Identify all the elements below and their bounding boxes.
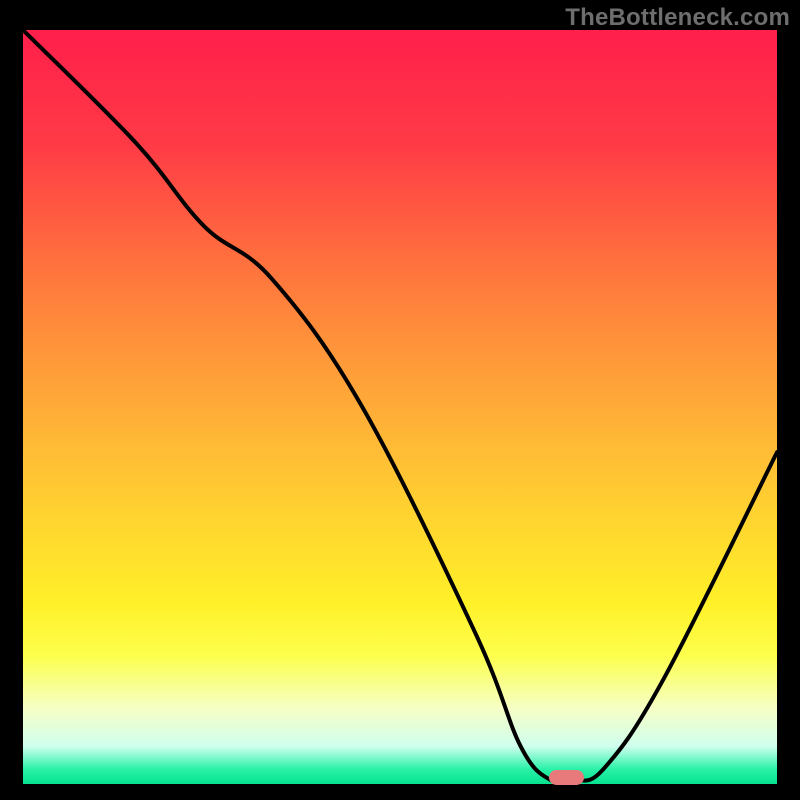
- curve-svg: [23, 30, 777, 784]
- chart-outer: TheBottleneck.com: [0, 0, 800, 800]
- watermark-text: TheBottleneck.com: [565, 4, 790, 32]
- curve-path: [23, 30, 777, 783]
- plot-area: [23, 30, 777, 784]
- bottleneck-marker: [549, 770, 584, 785]
